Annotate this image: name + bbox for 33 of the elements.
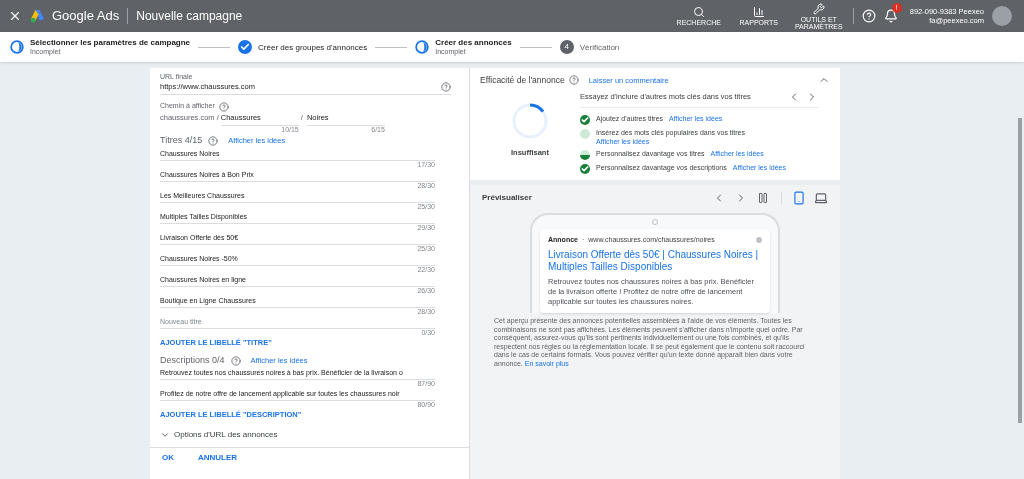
section-heading: Titres 4/15 — [160, 134, 203, 147]
wrench-icon — [812, 2, 825, 15]
avatar[interactable] — [992, 6, 1012, 26]
form-button[interactable]: ANNULER — [198, 451, 238, 464]
strength-ring — [512, 102, 548, 139]
close-button[interactable] — [8, 9, 22, 23]
step-label[interactable]: Créer des groupes d'annonces — [258, 42, 368, 52]
step-number: 4 — [559, 40, 574, 54]
info-icon — [756, 237, 762, 243]
ad-headline[interactable]: Livraison Offerte dès 50€ | Chaussures Noires | Multiples Tailles Disponibles — [548, 249, 762, 274]
help-icon[interactable] — [568, 75, 579, 86]
page-title: Nouvelle campagne — [136, 8, 243, 25]
pause-icon[interactable] — [757, 191, 769, 204]
card-title: Efficacité de l'annonce — [480, 74, 565, 87]
notifications-icon[interactable] — [883, 9, 898, 23]
help-icon[interactable] — [441, 81, 451, 92]
form-button[interactable]: OK — [162, 451, 174, 464]
scrollbar[interactable] — [1018, 118, 1022, 423]
section-heading: Descriptions 0/4 — [160, 353, 225, 367]
search-icon — [692, 6, 705, 18]
phone-icon[interactable] — [792, 190, 806, 205]
url-options-toggle[interactable]: Options d'URL des annonces — [160, 428, 459, 441]
step-label[interactable]: Sélectionner les paramètres de campagne — [30, 38, 191, 47]
help-icon[interactable] — [218, 101, 229, 112]
laptop-icon[interactable] — [814, 190, 828, 205]
help-icon[interactable] — [208, 135, 219, 146]
preview-title: Prévisualiser — [482, 191, 533, 204]
product-name: Google Ads — [52, 7, 120, 26]
help-icon[interactable] — [230, 355, 241, 366]
step-label[interactable]: Vérification — [579, 42, 620, 52]
logo-icon — [30, 9, 44, 23]
step-label[interactable]: Créer des annonces — [435, 38, 512, 47]
bar-chart-icon — [752, 6, 765, 18]
